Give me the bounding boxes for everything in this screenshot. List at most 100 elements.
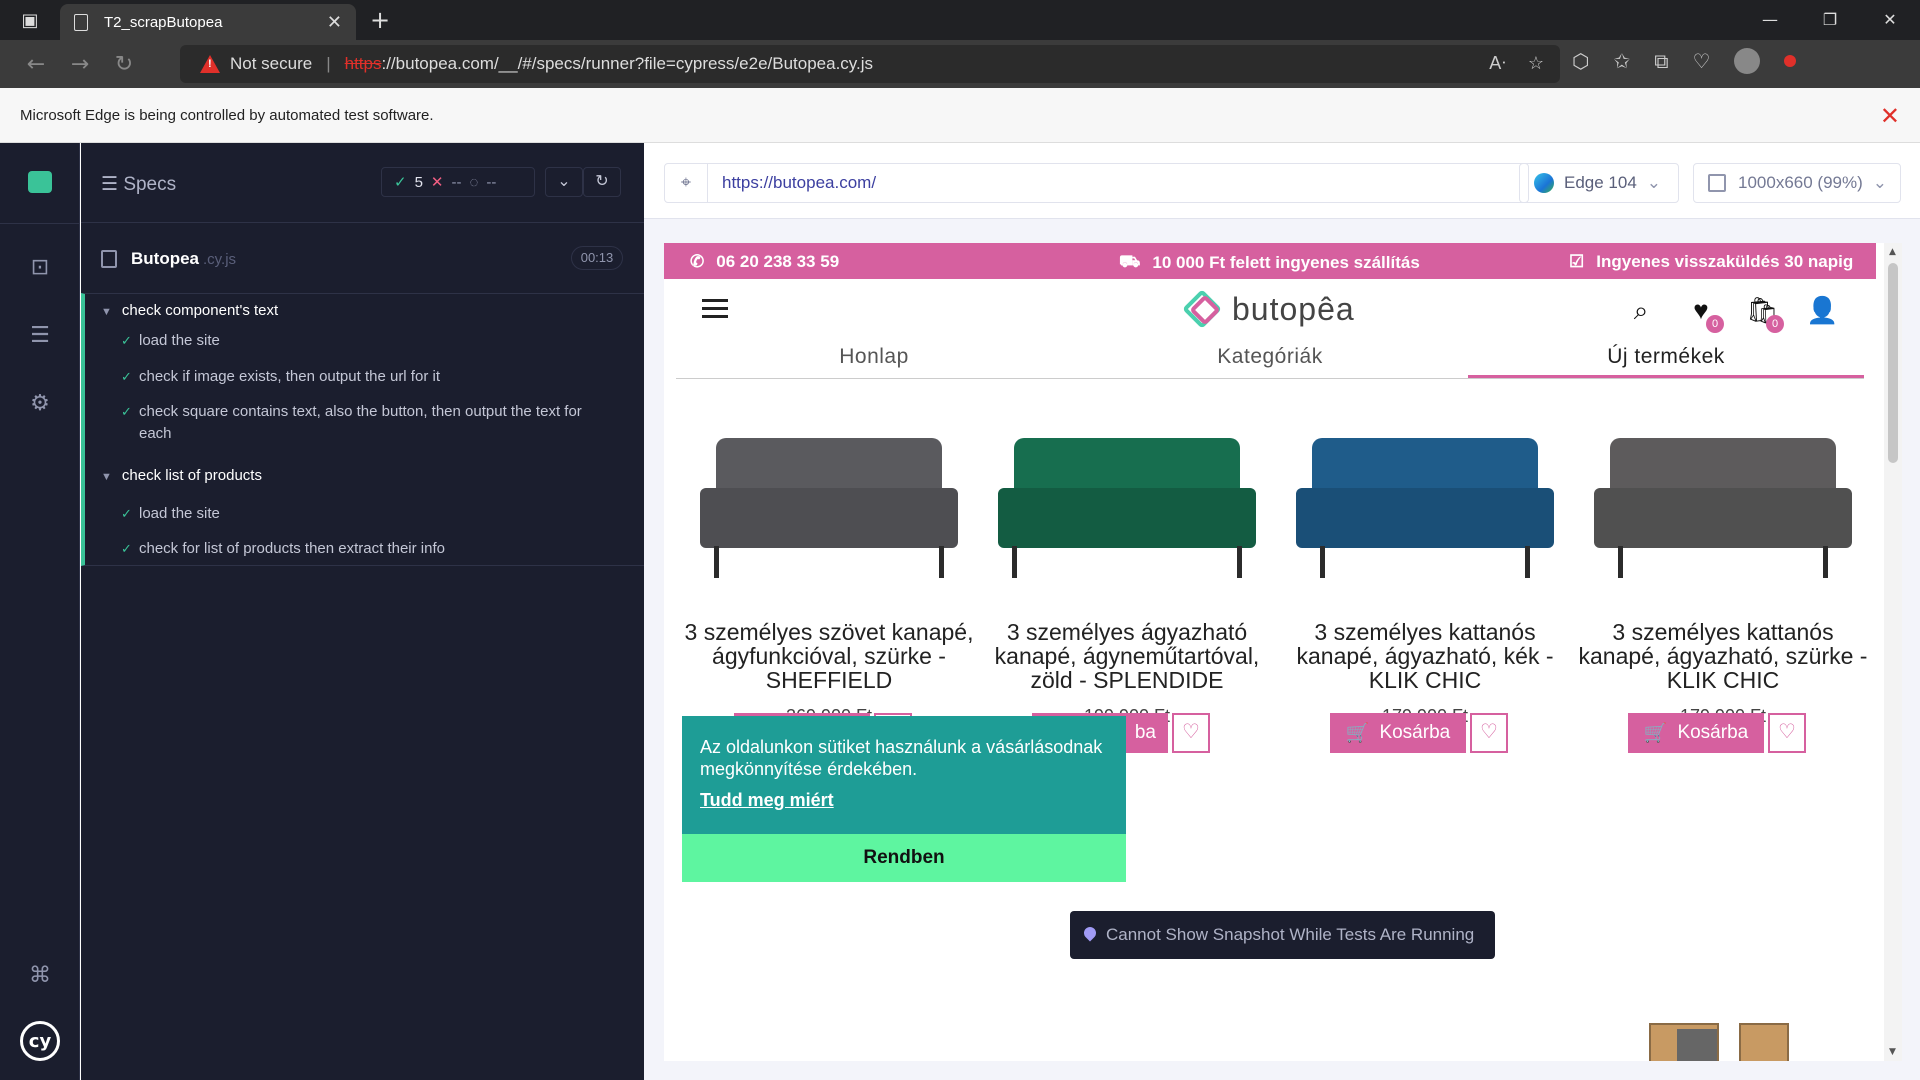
minimize-icon[interactable]: — xyxy=(1740,0,1800,40)
test-title: load the site xyxy=(139,505,220,522)
cart-icon[interactable]: 🛍 0 xyxy=(1746,295,1784,333)
settings-icon[interactable]: ⚙ xyxy=(26,391,54,419)
keyboard-shortcuts-icon[interactable]: ⌘ xyxy=(26,963,54,991)
truck-icon: ⛟ xyxy=(1119,252,1141,271)
scroll-down-icon[interactable]: ▼ xyxy=(1889,1047,1896,1057)
specs-toggle[interactable]: ☰ Specs xyxy=(101,173,176,196)
wishlist-button[interactable]: ♡ xyxy=(1172,713,1210,753)
product-image[interactable] xyxy=(1290,438,1560,588)
test-item[interactable]: ✓ load the site xyxy=(121,503,601,525)
product-title[interactable]: 3 személyes szövet kanapé, ágyfunkcióval… xyxy=(684,620,974,692)
returns-text: Ingyenes visszaküldés 30 napig xyxy=(1596,252,1854,271)
test-item[interactable]: ✓ load the site xyxy=(121,330,601,352)
wishlist-icon[interactable]: ♥ 0 xyxy=(1686,295,1724,333)
cookie-learn-more-link[interactable]: Tudd meg miért xyxy=(682,780,1126,811)
phone-number: 06 20 238 33 59 xyxy=(716,252,840,271)
add-favorite-icon[interactable]: ☆ xyxy=(1528,53,1544,74)
forward-icon[interactable]: → xyxy=(58,52,102,77)
address-bar-actions: Aᐧ ☆ xyxy=(1489,53,1544,74)
brand-logo[interactable]: butopêa xyxy=(1182,289,1355,329)
product-title[interactable]: 3 személyes kattanós kanapé, ágyazható, … xyxy=(1578,620,1868,692)
sofa-leg xyxy=(1012,546,1017,578)
test-item[interactable]: ✓ check for list of products then extract… xyxy=(121,538,601,560)
test-item[interactable]: ✓ check square contains text, also the bu… xyxy=(121,401,601,445)
browser-label: Edge 104 xyxy=(1564,173,1637,192)
refresh-icon[interactable]: ↻ xyxy=(102,52,146,77)
selector-playground-icon[interactable]: ⌖ xyxy=(664,163,708,203)
check-icon: ✓ xyxy=(121,506,132,521)
scroll-up-icon[interactable]: ▲ xyxy=(1889,247,1896,257)
specs-list-icon[interactable]: ☰ xyxy=(26,323,54,351)
nav-categories[interactable]: Kategóriák xyxy=(1072,339,1468,378)
close-infobar-icon[interactable]: ✕ xyxy=(1880,102,1900,131)
separator: | xyxy=(326,54,331,73)
notification-icon[interactable] xyxy=(1784,55,1797,67)
snapshot-message-text: Cannot Show Snapshot While Tests Are Run… xyxy=(1106,925,1475,944)
add-to-cart-label: Kosárba xyxy=(1677,722,1749,743)
divider xyxy=(0,223,80,224)
runs-icon[interactable]: ⊡ xyxy=(26,255,54,283)
profile-avatar[interactable] xyxy=(1734,48,1761,74)
chevron-down-icon: ⌄ xyxy=(1646,173,1662,192)
close-window-icon[interactable]: ✕ xyxy=(1860,0,1920,40)
tab-actions-icon[interactable]: ▣ xyxy=(0,0,60,40)
add-to-cart-button[interactable]: 🛒 Kosárba xyxy=(1330,713,1466,753)
phone-info[interactable]: ✆ 06 20 238 33 59 xyxy=(690,252,839,272)
nav-home[interactable]: Honlap xyxy=(676,339,1072,378)
product-card[interactable]: 3 személyes kattanós kanapé, ágyazható, … xyxy=(1280,438,1570,727)
back-icon[interactable]: ← xyxy=(14,52,58,77)
collapse-all-button[interactable]: ⌄ xyxy=(545,167,583,197)
suite-item[interactable]: ▼ check component's text xyxy=(101,302,278,319)
new-tab-button[interactable]: + xyxy=(360,6,400,34)
heart-logo-icon xyxy=(1182,289,1224,329)
wishlist-button[interactable]: ♡ xyxy=(1768,713,1806,753)
read-aloud-icon[interactable]: Aᐧ xyxy=(1489,53,1506,74)
collections-icon[interactable]: ⧉ xyxy=(1654,49,1668,73)
site-top-strip: ✆ 06 20 238 33 59 ⛟ 10 000 Ft felett ingye… xyxy=(664,243,1876,279)
chevron-down-icon: ⌄ xyxy=(1872,173,1888,192)
maximize-icon[interactable]: ❐ xyxy=(1800,0,1860,40)
browser-tab[interactable]: T2_scrapButopea ✕ xyxy=(60,4,356,40)
product-title[interactable]: 3 személyes kattanós kanapé, ágyazható, … xyxy=(1280,620,1570,692)
cookie-accept-button[interactable]: Rendben xyxy=(682,834,1126,882)
pending-count: -- xyxy=(486,173,497,191)
favorites-icon[interactable]: ✩ xyxy=(1613,49,1630,73)
browser-essentials-icon[interactable]: ♡ xyxy=(1693,49,1711,73)
product-image[interactable] xyxy=(1639,1013,1799,1061)
chevron-down-icon: ▼ xyxy=(101,471,112,483)
test-item[interactable]: ✓ check if image exists, then output the … xyxy=(121,366,601,388)
wishlist-button[interactable]: ♡ xyxy=(1470,713,1508,753)
spec-duration: 00:13 xyxy=(571,246,623,270)
extensions-icon[interactable]: ⬡ xyxy=(1572,49,1589,73)
check-icon: ✓ xyxy=(121,541,132,556)
user-icon[interactable]: 👤 xyxy=(1806,295,1838,325)
browser-selector[interactable]: Edge 104 ⌄ xyxy=(1519,163,1679,203)
sofa-leg xyxy=(1237,546,1242,578)
address-bar[interactable]: Not secure | https ://butopea.com/__/#/s… xyxy=(180,45,1560,83)
aut-scrollbar[interactable]: ▲ ▼ xyxy=(1884,243,1902,1061)
product-title[interactable]: 3 személyes ágyazható kanapé, ágyneműtar… xyxy=(982,620,1272,692)
product-card[interactable]: 3 személyes kattanós kanapé, ágyazható, … xyxy=(1578,438,1868,727)
rerun-button[interactable]: ↻ xyxy=(583,167,621,197)
search-icon[interactable]: ⌕ xyxy=(1626,295,1656,325)
product-image[interactable] xyxy=(992,438,1262,588)
spec-ext: .cy.js xyxy=(203,250,237,268)
product-card[interactable]: 3 személyes ágyazható kanapé, ágyneműtar… xyxy=(982,438,1272,727)
scroll-thumb[interactable] xyxy=(1888,263,1898,463)
viewport-info[interactable]: 1000x660 (99%) ⌄ xyxy=(1693,163,1901,203)
cookie-banner: Az oldalunkon sütiket használunk a vásár… xyxy=(682,716,1126,882)
viewport-label: 1000x660 (99%) xyxy=(1738,173,1863,192)
hamburger-menu-icon[interactable] xyxy=(702,299,728,323)
suite-item[interactable]: ▼ check list of products xyxy=(101,467,262,484)
product-card[interactable]: 3 személyes szövet kanapé, ágyfunkcióval… xyxy=(684,438,974,727)
nav-new-products[interactable]: Új termékek xyxy=(1468,339,1864,378)
project-icon[interactable] xyxy=(28,171,52,193)
suite-title: check component's text xyxy=(121,302,279,319)
shelf-unit xyxy=(1649,1023,1719,1061)
warning-icon xyxy=(200,55,220,73)
product-image[interactable] xyxy=(1588,438,1858,588)
product-image[interactable] xyxy=(694,438,964,588)
checkbox-icon: ☑ xyxy=(1569,252,1585,271)
add-to-cart-button[interactable]: 🛒 Kosárba xyxy=(1628,713,1764,753)
close-tab-icon[interactable]: ✕ xyxy=(327,12,342,33)
